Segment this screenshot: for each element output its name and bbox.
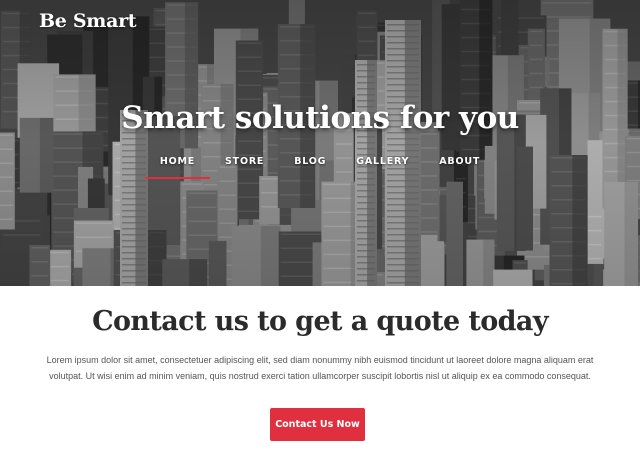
contact-us-button[interactable]: Contact Us Now [270, 408, 365, 441]
hero-overlay [0, 0, 640, 286]
cta-heading: Contact us to get a quote today [92, 306, 548, 337]
site-logo[interactable]: Be Smart [39, 10, 137, 32]
nav-item-home[interactable]: HOME [144, 156, 211, 179]
nav-item-gallery[interactable]: GALLERY [341, 156, 424, 179]
nav-item-blog[interactable]: BLOG [279, 156, 341, 179]
hero-title: Smart solutions for you [121, 100, 519, 136]
nav-item-about[interactable]: ABOUT [424, 156, 495, 179]
main-nav: HOME STORE BLOG GALLERY ABOUT [0, 156, 640, 179]
hero-section: Be Smart Smart solutions for you HOME ST… [0, 0, 640, 286]
contact-cta-section: Contact us to get a quote today Lorem ip… [0, 286, 640, 470]
cta-description: Lorem ipsum dolor sit amet, consectetuer… [46, 355, 594, 381]
nav-item-store[interactable]: STORE [210, 156, 279, 179]
